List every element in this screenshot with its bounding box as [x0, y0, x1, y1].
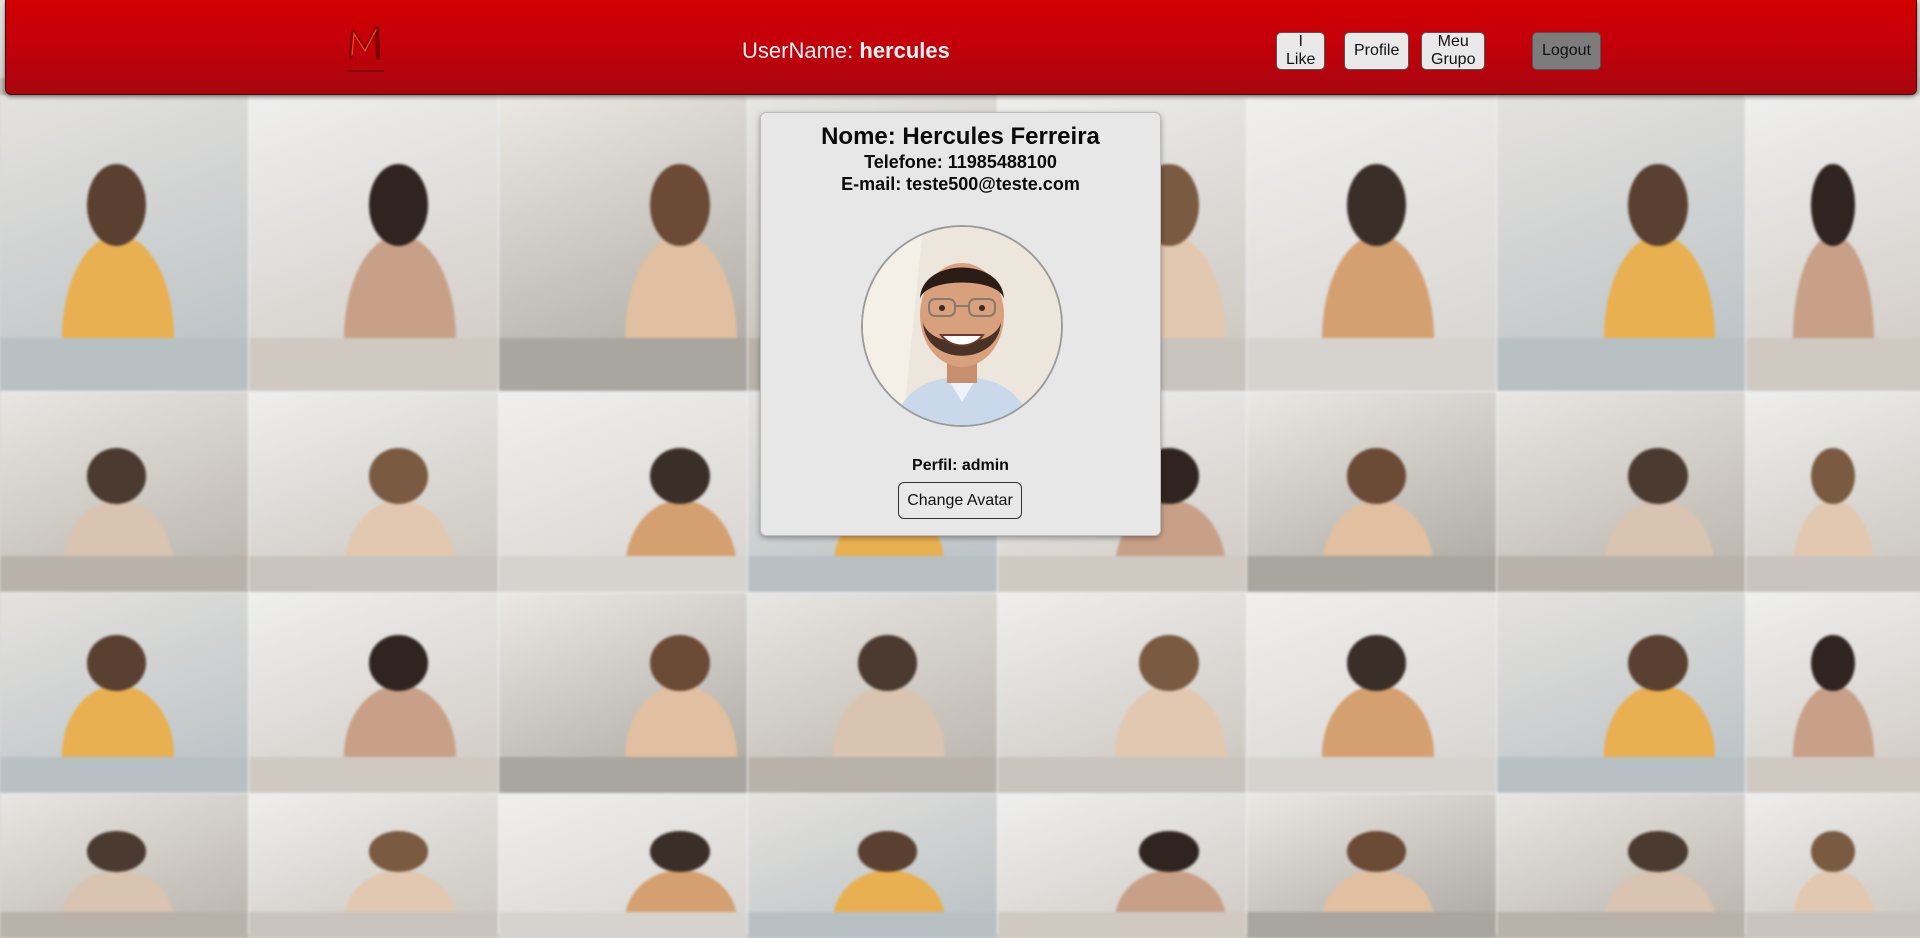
background-photo-tile	[249, 593, 498, 793]
background-photo-tile	[499, 96, 747, 391]
meu-grupo-button[interactable]: Meu Grupo	[1421, 32, 1486, 70]
background-photo-tile	[0, 96, 248, 391]
logout-button[interactable]: Logout	[1532, 32, 1601, 70]
background-photo-tile	[1247, 392, 1496, 592]
background-photo-tile	[499, 392, 747, 592]
background-photo-tile	[1746, 593, 1920, 793]
m-brand-logo-icon	[344, 22, 388, 78]
i-like-button[interactable]: I Like	[1276, 32, 1326, 70]
username-label: UserName:	[742, 38, 854, 63]
background-photo-tile	[0, 593, 248, 793]
background-photo-tile	[1497, 593, 1745, 793]
background-photo-tile	[1247, 96, 1496, 391]
background-photo-tile	[748, 794, 997, 938]
background-photo-tile	[1746, 794, 1920, 938]
background-photo-tile	[249, 392, 498, 592]
profile-name: Nome: Hercules Ferreira	[821, 123, 1100, 150]
background-photo-tile	[249, 794, 498, 938]
profile-email: E-mail: teste500@teste.com	[841, 174, 1080, 194]
top-header-bar: UserName: hercules I Like Profile Meu Gr…	[5, 0, 1917, 95]
background-photo-tile	[0, 392, 248, 592]
background-photo-tile	[1746, 392, 1920, 592]
profile-card: Nome: Hercules Ferreira Telefone: 119854…	[760, 112, 1161, 536]
background-photo-tile	[1247, 593, 1496, 793]
background-photo-tile	[748, 593, 997, 793]
background-photo-tile	[998, 794, 1246, 938]
background-photo-tile	[1247, 794, 1496, 938]
background-photo-tile	[1497, 392, 1745, 592]
background-photo-tile	[1497, 96, 1745, 391]
background-photo-tile	[0, 794, 248, 938]
profile-phone: Telefone: 11985488100	[864, 152, 1057, 172]
background-photo-tile	[499, 794, 747, 938]
background-photo-tile	[998, 593, 1246, 793]
background-photo-tile	[499, 593, 747, 793]
background-photo-tile	[1497, 794, 1745, 938]
profile-button[interactable]: Profile	[1344, 32, 1410, 70]
profile-role: Perfil: admin	[912, 457, 1009, 474]
change-avatar-button[interactable]: Change Avatar	[898, 482, 1022, 519]
username-display: UserName: hercules	[742, 38, 950, 64]
background-photo-tile	[249, 96, 498, 391]
avatar	[861, 225, 1063, 427]
username-value: hercules	[859, 38, 950, 63]
background-photo-tile	[1746, 96, 1920, 391]
